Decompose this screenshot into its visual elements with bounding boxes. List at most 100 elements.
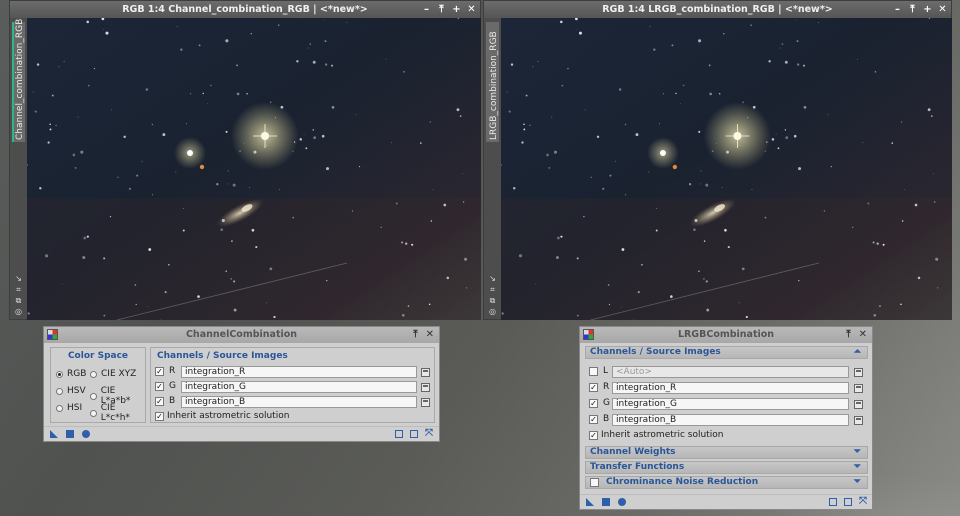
- expand-section-icon[interactable]: ⏷: [854, 447, 861, 458]
- source-image-b[interactable]: integration_B: [181, 396, 417, 408]
- browse-documentation-icon[interactable]: [829, 498, 837, 506]
- checkbox-l[interactable]: [589, 367, 598, 376]
- source-image-r[interactable]: integration_R: [612, 382, 849, 394]
- source-image-g[interactable]: integration_G: [181, 381, 417, 393]
- close-icon[interactable]: ✕: [426, 327, 434, 343]
- color-space-title: Color Space: [67, 351, 129, 361]
- iconize-button[interactable]: ⤒: [437, 1, 446, 18]
- apply-icon[interactable]: [602, 498, 610, 506]
- select-view-g-button[interactable]: [421, 383, 430, 392]
- process-icon: [47, 329, 58, 340]
- radio-hsi[interactable]: HSI: [56, 403, 82, 413]
- new-instance-icon[interactable]: [50, 430, 58, 438]
- image-window-channel-combination[interactable]: RGB 1:4 Channel_combination_RGB | <*new*…: [9, 0, 481, 320]
- track-view-icon[interactable]: [410, 430, 418, 438]
- channels-section-header[interactable]: Channels / Source Images ⏶: [585, 346, 868, 359]
- window-titlebar[interactable]: RGB 1:4 LRGB_combination_RGB | <*new*> –…: [484, 1, 951, 18]
- window-title: RGB 1:4 Channel_combination_RGB | <*new*…: [122, 4, 368, 15]
- pin-icon[interactable]: ↘: [13, 274, 24, 283]
- radio-cie-lch[interactable]: CIE L*c*h*: [90, 403, 145, 423]
- close-icon[interactable]: ✕: [859, 327, 867, 343]
- checkbox-chrominance-noise[interactable]: [590, 478, 599, 487]
- panel-titlebar[interactable]: ChannelCombination ⤒ ✕: [44, 327, 439, 343]
- iconize-button[interactable]: ⤒: [908, 1, 917, 18]
- select-view-l-button[interactable]: [854, 368, 863, 377]
- collapse-icon[interactable]: ⤒: [413, 327, 417, 343]
- apply-global-icon[interactable]: [618, 498, 626, 506]
- transfer-functions-title: Transfer Functions: [590, 462, 685, 472]
- select-view-r-button[interactable]: [421, 368, 430, 377]
- view-tab[interactable]: Channel_combination_RGB: [12, 19, 25, 142]
- checkbox-r[interactable]: ✓: [155, 367, 164, 376]
- new-instance-icon[interactable]: [586, 498, 594, 506]
- apply-global-icon[interactable]: [82, 430, 90, 438]
- checkbox-inherit-astrometry[interactable]: ✓: [155, 412, 164, 421]
- image-canvas[interactable]: [27, 18, 481, 320]
- close-button[interactable]: ✕: [467, 1, 476, 18]
- view-tab[interactable]: LRGB_combination_RGB: [486, 22, 499, 142]
- source-image-r[interactable]: integration_R: [181, 366, 417, 378]
- checkbox-r[interactable]: ✓: [589, 383, 598, 392]
- radio-hsv[interactable]: HSV: [56, 386, 86, 396]
- target-icon[interactable]: ◎: [487, 307, 498, 316]
- image-window-lrgb-combination[interactable]: RGB 1:4 LRGB_combination_RGB | <*new*> –…: [483, 0, 952, 320]
- maximize-button[interactable]: +: [923, 1, 932, 18]
- target-icon[interactable]: ◎: [13, 307, 24, 316]
- channels-group: Channels / Source Images ✓ R integration…: [150, 347, 435, 423]
- channel-label-g: G: [169, 381, 176, 391]
- maximize-button[interactable]: +: [452, 1, 461, 18]
- close-button[interactable]: ✕: [938, 1, 947, 18]
- channel-weights-title: Channel Weights: [590, 447, 676, 457]
- select-view-r-button[interactable]: [854, 384, 863, 393]
- chrominance-noise-section-header[interactable]: Chrominance Noise Reduction ⏷: [585, 476, 868, 489]
- panel-body: Color Space RGB HSV HSI CIE XYZ CIE L*a*…: [44, 343, 439, 427]
- clone-icon[interactable]: ⧉: [13, 296, 24, 305]
- channel-combination-panel[interactable]: ChannelCombination ⤒ ✕ Color Space RGB H…: [43, 326, 440, 442]
- channel-label-r: R: [603, 382, 610, 392]
- reset-icon[interactable]: ⤧: [424, 429, 434, 439]
- radio-rgb[interactable]: RGB: [56, 369, 86, 379]
- window-titlebar[interactable]: RGB 1:4 Channel_combination_RGB | <*new*…: [10, 1, 480, 18]
- track-view-icon[interactable]: [844, 498, 852, 506]
- view-tab-label: LRGB_combination_RGB: [489, 31, 499, 140]
- panel-titlebar[interactable]: LRGBCombination ⤒ ✕: [580, 327, 872, 343]
- checkbox-b[interactable]: ✓: [589, 415, 598, 424]
- reset-icon[interactable]: ⤧: [858, 497, 868, 507]
- checkbox-g[interactable]: ✓: [155, 382, 164, 391]
- channel-label-b: B: [603, 414, 610, 424]
- select-view-b-button[interactable]: [421, 398, 430, 407]
- fit-icon[interactable]: ⌗: [13, 285, 24, 294]
- process-icon: [583, 329, 594, 340]
- collapse-section-icon[interactable]: ⏶: [854, 347, 861, 358]
- source-image-g[interactable]: integration_G: [612, 398, 849, 410]
- apply-icon[interactable]: [66, 430, 74, 438]
- lrgb-combination-panel[interactable]: LRGBCombination ⤒ ✕ Channels / Source Im…: [579, 326, 873, 510]
- panel-title: ChannelCombination: [185, 329, 298, 340]
- collapse-icon[interactable]: ⤒: [846, 327, 850, 343]
- select-view-b-button[interactable]: [854, 416, 863, 425]
- channel-label-g: G: [603, 398, 610, 408]
- panel-body: Channels / Source Images ⏶ L <Auto> ✓ R …: [580, 343, 872, 495]
- fit-icon[interactable]: ⌗: [487, 285, 498, 294]
- radio-cie-xyz[interactable]: CIE XYZ: [90, 369, 136, 379]
- expand-section-icon[interactable]: ⏷: [854, 462, 861, 473]
- channel-weights-section-header[interactable]: Channel Weights ⏷: [585, 446, 868, 459]
- shade-button[interactable]: –: [893, 1, 902, 18]
- source-image-l[interactable]: <Auto>: [612, 366, 849, 378]
- pin-icon[interactable]: ↘: [487, 274, 498, 283]
- browse-documentation-icon[interactable]: [395, 430, 403, 438]
- select-view-g-button[interactable]: [854, 400, 863, 409]
- image-canvas[interactable]: [501, 18, 952, 320]
- channel-label-b: B: [169, 396, 176, 406]
- expand-section-icon[interactable]: ⏷: [854, 477, 861, 488]
- checkbox-inherit-astrometry[interactable]: ✓: [589, 431, 598, 440]
- shade-button[interactable]: –: [422, 1, 431, 18]
- channel-label-r: R: [169, 366, 176, 376]
- checkbox-g[interactable]: ✓: [589, 399, 598, 408]
- clone-icon[interactable]: ⧉: [487, 296, 498, 305]
- checkbox-b[interactable]: ✓: [155, 397, 164, 406]
- inherit-astrometry-label: Inherit astrometric solution: [167, 411, 290, 421]
- source-image-b[interactable]: integration_B: [612, 414, 849, 426]
- transfer-functions-section-header[interactable]: Transfer Functions ⏷: [585, 461, 868, 474]
- channel-label-l: L: [603, 366, 609, 376]
